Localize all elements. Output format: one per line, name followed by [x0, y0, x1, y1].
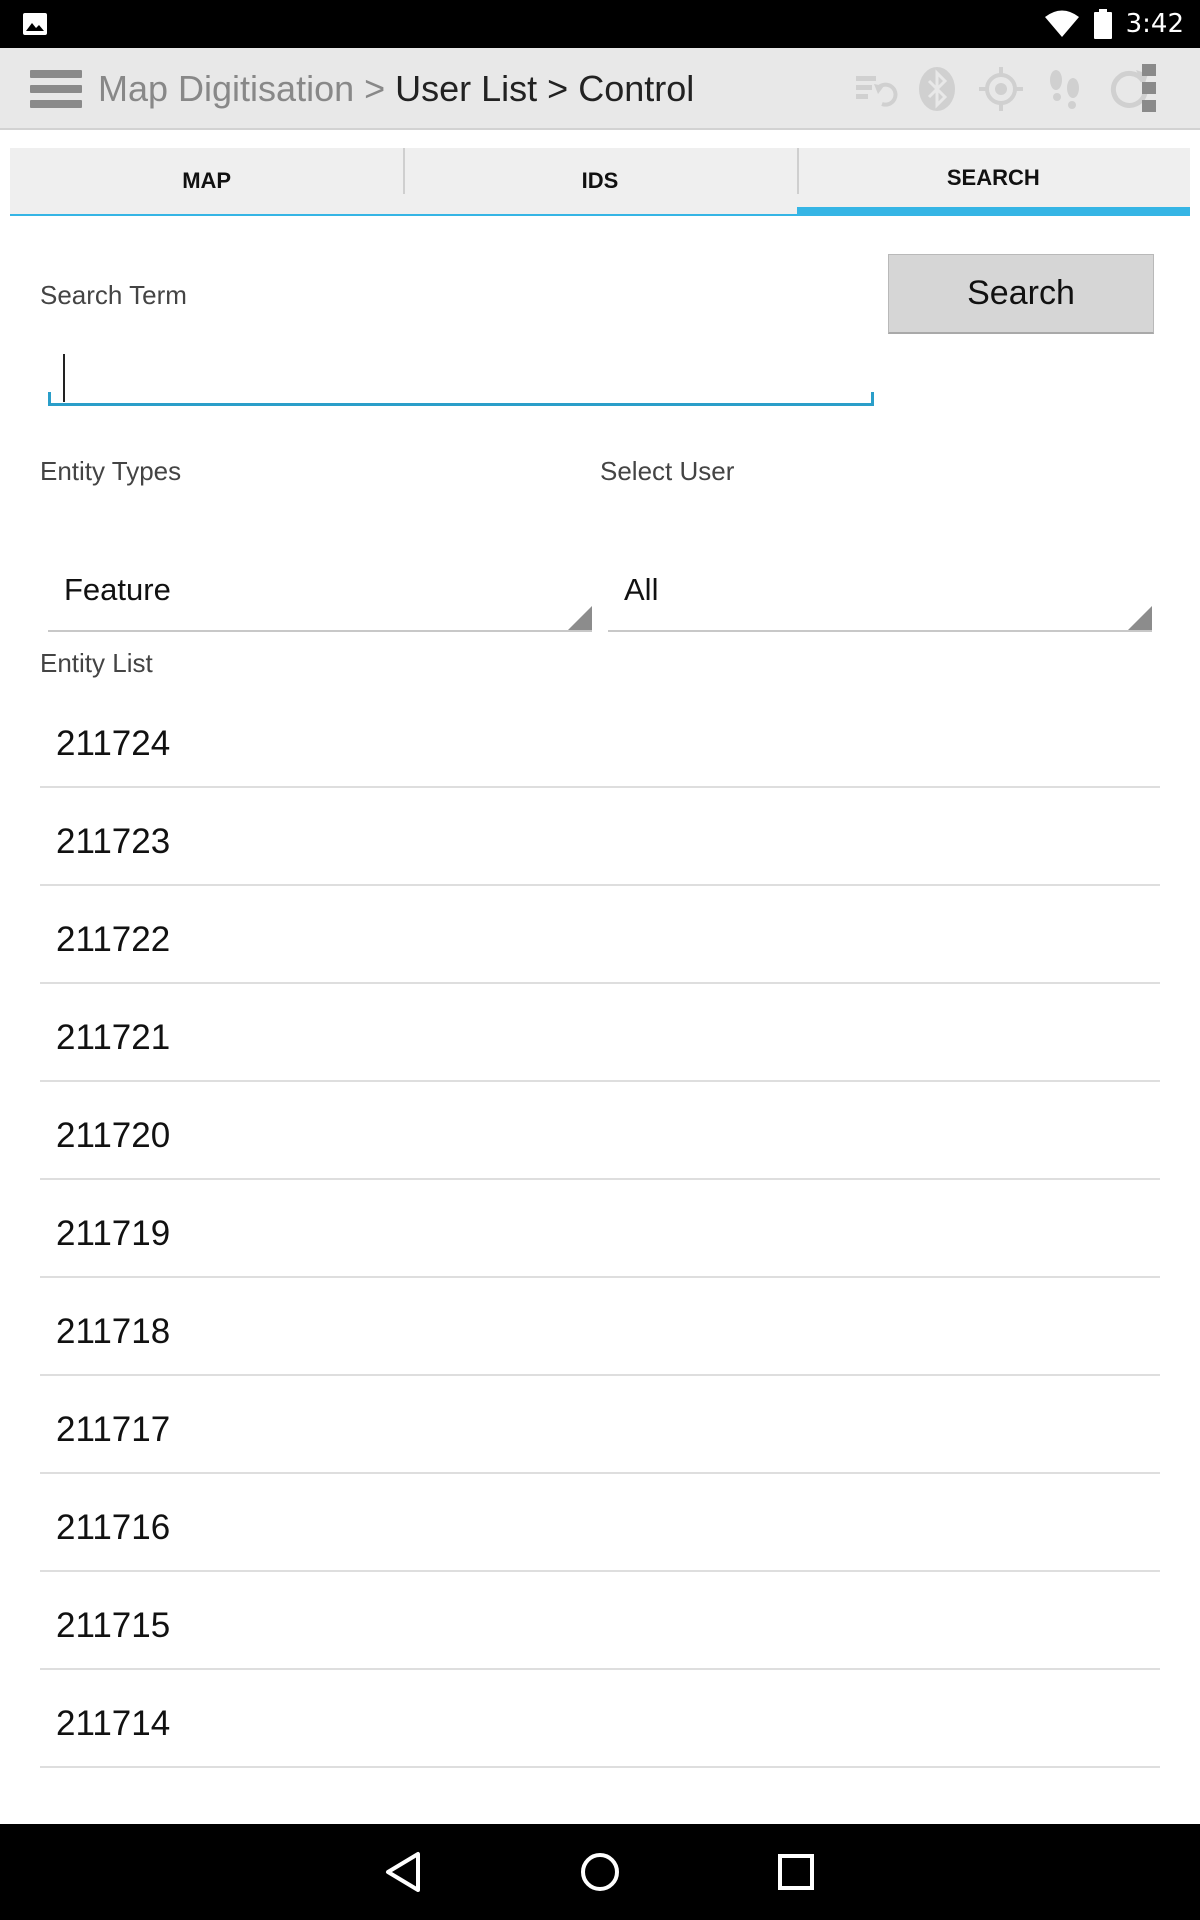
clock: 3:42 — [1125, 9, 1184, 39]
tab-bar: MAP IDS SEARCH — [10, 148, 1190, 216]
recents-icon[interactable] — [768, 1844, 824, 1900]
picture-icon — [23, 13, 47, 35]
battery-icon — [1093, 9, 1112, 39]
list-item[interactable]: 211722 — [40, 886, 1160, 984]
list-item[interactable]: 211723 — [40, 788, 1160, 886]
overflow-menu-icon[interactable] — [1142, 64, 1158, 116]
select-user-dropdown[interactable]: All — [608, 552, 1152, 632]
entity-id: 211724 — [56, 724, 171, 763]
entity-id: 211719 — [56, 1214, 171, 1253]
list-item[interactable]: 211716 — [40, 1474, 1160, 1572]
home-icon[interactable] — [572, 1844, 628, 1900]
entity-id: 211715 — [56, 1606, 171, 1645]
search-button[interactable]: Search — [888, 254, 1154, 334]
breadcrumb: Map Digitisation > User List > Control — [98, 68, 694, 110]
gps-target-icon[interactable] — [978, 66, 1024, 112]
back-icon[interactable] — [376, 1844, 432, 1900]
tab-map[interactable]: MAP — [10, 148, 404, 216]
action-bar: Map Digitisation > User List > Control — [0, 48, 1200, 130]
tab-ids[interactable]: IDS — [403, 148, 797, 216]
search-panel: Search Term Search Entity Types Select U… — [10, 216, 1190, 1826]
wifi-icon — [1044, 10, 1079, 37]
entity-types-dropdown[interactable]: Feature — [48, 552, 592, 632]
list-item[interactable]: 211720 — [40, 1082, 1160, 1180]
select-user-value: All — [624, 572, 659, 607]
entity-id: 211720 — [56, 1116, 171, 1155]
breadcrumb-path: User List > Control — [395, 68, 695, 109]
entity-id: 211722 — [56, 920, 171, 959]
list-item[interactable]: 211721 — [40, 984, 1160, 1082]
entity-id: 211718 — [56, 1312, 171, 1351]
list-item[interactable]: 211724 — [40, 690, 1160, 788]
dropdown-arrow-icon — [1128, 606, 1152, 630]
status-bar: 3:42 — [0, 0, 1200, 48]
search-input-edge-left — [48, 392, 51, 406]
entity-types-label: Entity Types — [40, 456, 182, 486]
breadcrumb-app[interactable]: Map Digitisation > — [98, 68, 395, 109]
list-item[interactable]: 211714 — [40, 1670, 1160, 1768]
navigation-bar — [0, 1824, 1200, 1920]
text-cursor — [63, 354, 65, 402]
select-user-label: Select User — [600, 456, 735, 486]
entity-types-value: Feature — [64, 572, 171, 607]
search-input[interactable] — [48, 346, 874, 406]
entity-id: 211716 — [56, 1508, 171, 1547]
entity-id: 211723 — [56, 822, 171, 861]
list-item[interactable]: 211715 — [40, 1572, 1160, 1670]
sync-list-icon[interactable] — [852, 66, 898, 112]
footprints-icon[interactable] — [1042, 66, 1088, 112]
search-term-label: Search Term — [40, 280, 187, 310]
entity-id: 211717 — [56, 1410, 171, 1449]
search-input-edge-right — [871, 392, 874, 406]
list-item[interactable]: 211719 — [40, 1180, 1160, 1278]
list-item[interactable]: 211718 — [40, 1278, 1160, 1376]
tab-search[interactable]: SEARCH — [796, 148, 1190, 216]
entity-list: 211724 211723 211722 211721 211720 21171… — [40, 690, 1160, 1768]
entity-id: 211714 — [56, 1704, 171, 1743]
bluetooth-icon[interactable] — [914, 66, 960, 112]
entity-id: 211721 — [56, 1018, 171, 1057]
menu-icon[interactable] — [30, 70, 82, 110]
list-item[interactable]: 211717 — [40, 1376, 1160, 1474]
entity-list-label: Entity List — [40, 648, 153, 678]
dropdown-arrow-icon — [568, 606, 592, 630]
